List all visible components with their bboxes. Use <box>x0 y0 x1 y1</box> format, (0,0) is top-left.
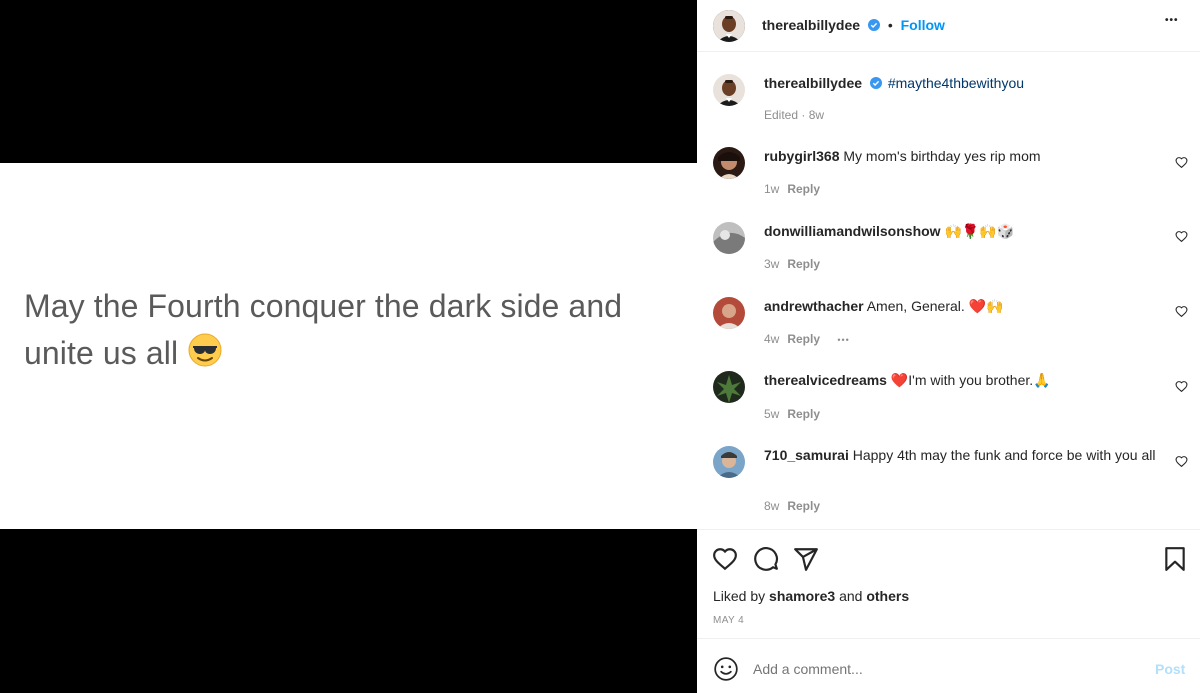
comment-text: Happy 4th may the funk and force be with… <box>852 447 1156 463</box>
comment-time: 5w <box>764 407 780 421</box>
comment-avatar-donwilliamandwilsonshow[interactable] <box>713 222 745 254</box>
verified-badge-icon <box>867 17 880 31</box>
emoji-picker-icon[interactable] <box>713 656 739 682</box>
header-divider <box>697 51 1200 52</box>
sunglasses-emoji-icon <box>187 332 223 381</box>
comment-body: therealvicedreams ❤️I'm with you brother… <box>764 371 1164 390</box>
likes-summary: Liked by shamore3 and others <box>713 587 909 606</box>
caption-hashtag[interactable]: #maythe4thbewithyou <box>888 75 1024 91</box>
likes-prefix: Liked by <box>713 588 766 604</box>
post-image-text-content: May the Fourth conquer the dark side and… <box>24 288 623 371</box>
follow-button[interactable]: Follow <box>901 17 945 33</box>
comment-text: ❤️I'm with you brother.🙏 <box>890 372 1051 388</box>
comment-body: andrewthacher Amen, General. ❤️🙌 <box>764 297 1164 316</box>
comment-meta: 4w Reply ••• <box>764 332 850 346</box>
reply-button[interactable]: Reply <box>787 257 820 271</box>
save-bookmark-icon[interactable] <box>1162 546 1188 572</box>
comment-avatar-rubygirl368[interactable] <box>713 147 745 179</box>
comment-meta: 1w Reply <box>764 182 820 196</box>
comment-like-icon[interactable] <box>1175 305 1188 318</box>
caption-username[interactable]: therealbillydee <box>764 75 862 91</box>
comment-body: 710_samurai Happy 4th may the funk and f… <box>764 446 1164 465</box>
comment-like-icon[interactable] <box>1175 455 1188 468</box>
caption-meta: Edited · 8w <box>764 108 825 122</box>
comment-username[interactable]: donwilliamandwilsonshow <box>764 223 941 239</box>
share-paper-plane-icon[interactable] <box>793 546 819 572</box>
comment-more-icon[interactable]: ••• <box>837 335 849 345</box>
actions-divider <box>697 529 1200 530</box>
comment-text: Amen, General. ❤️🙌 <box>866 298 1004 314</box>
comment-username[interactable]: 710_samurai <box>764 447 849 463</box>
header-separator: • <box>887 17 893 33</box>
caption: therealbillydee #maythe4thbewithyou <box>764 74 1024 93</box>
post-sidebar: therealbillydee • Follow ••• therealbill… <box>697 0 1200 693</box>
comment-meta: 8w Reply <box>764 499 820 513</box>
comment-username[interactable]: andrewthacher <box>764 298 864 314</box>
like-heart-icon[interactable] <box>712 546 738 572</box>
likes-others[interactable]: others <box>866 588 909 604</box>
comment-meta: 5w Reply <box>764 407 820 421</box>
reply-button[interactable]: Reply <box>787 407 820 421</box>
comment-box-divider <box>697 638 1200 639</box>
comment-time: 3w <box>764 257 780 271</box>
comment-username[interactable]: therealvicedreams <box>764 372 887 388</box>
comment-bubble-icon[interactable] <box>753 546 779 572</box>
post-media[interactable]: May the Fourth conquer the dark side and… <box>0 0 697 693</box>
post-header: therealbillydee • Follow <box>762 16 945 35</box>
comment-avatar-710_samurai[interactable] <box>713 446 745 478</box>
likes-and: and <box>839 588 863 604</box>
comment-avatar-therealvicedreams[interactable] <box>713 371 745 403</box>
reply-button[interactable]: Reply <box>787 332 820 346</box>
caption-verified-icon <box>869 75 882 89</box>
reply-button[interactable]: Reply <box>787 499 820 513</box>
likes-user[interactable]: shamore3 <box>769 588 835 604</box>
author-avatar[interactable] <box>713 10 745 42</box>
comment-text: 🙌🌹🙌🎲 <box>944 223 1015 239</box>
comment-time: 1w <box>764 182 780 196</box>
post-comment-button[interactable]: Post <box>1155 661 1185 677</box>
comment-meta: 3w Reply <box>764 257 820 271</box>
more-options-icon[interactable]: ••• <box>1165 15 1179 26</box>
post-image-text: May the Fourth conquer the dark side and… <box>24 283 684 381</box>
comment-avatar-andrewthacher[interactable] <box>713 297 745 329</box>
comment-time: 8w <box>764 499 780 513</box>
comment-body: donwilliamandwilsonshow 🙌🌹🙌🎲 <box>764 222 1164 241</box>
caption-avatar[interactable] <box>713 74 745 106</box>
comment-like-icon[interactable] <box>1175 230 1188 243</box>
post-date[interactable]: MAY 4 <box>713 615 744 626</box>
comment-input[interactable] <box>753 658 1133 680</box>
comment-like-icon[interactable] <box>1175 380 1188 393</box>
comment-like-icon[interactable] <box>1175 156 1188 169</box>
comment-text: My mom's birthday yes rip mom <box>843 148 1041 164</box>
author-username[interactable]: therealbillydee <box>762 17 860 33</box>
comment-time: 4w <box>764 332 780 346</box>
comment-body: rubygirl368 My mom's birthday yes rip mo… <box>764 147 1164 166</box>
reply-button[interactable]: Reply <box>787 182 820 196</box>
comment-username[interactable]: rubygirl368 <box>764 148 839 164</box>
